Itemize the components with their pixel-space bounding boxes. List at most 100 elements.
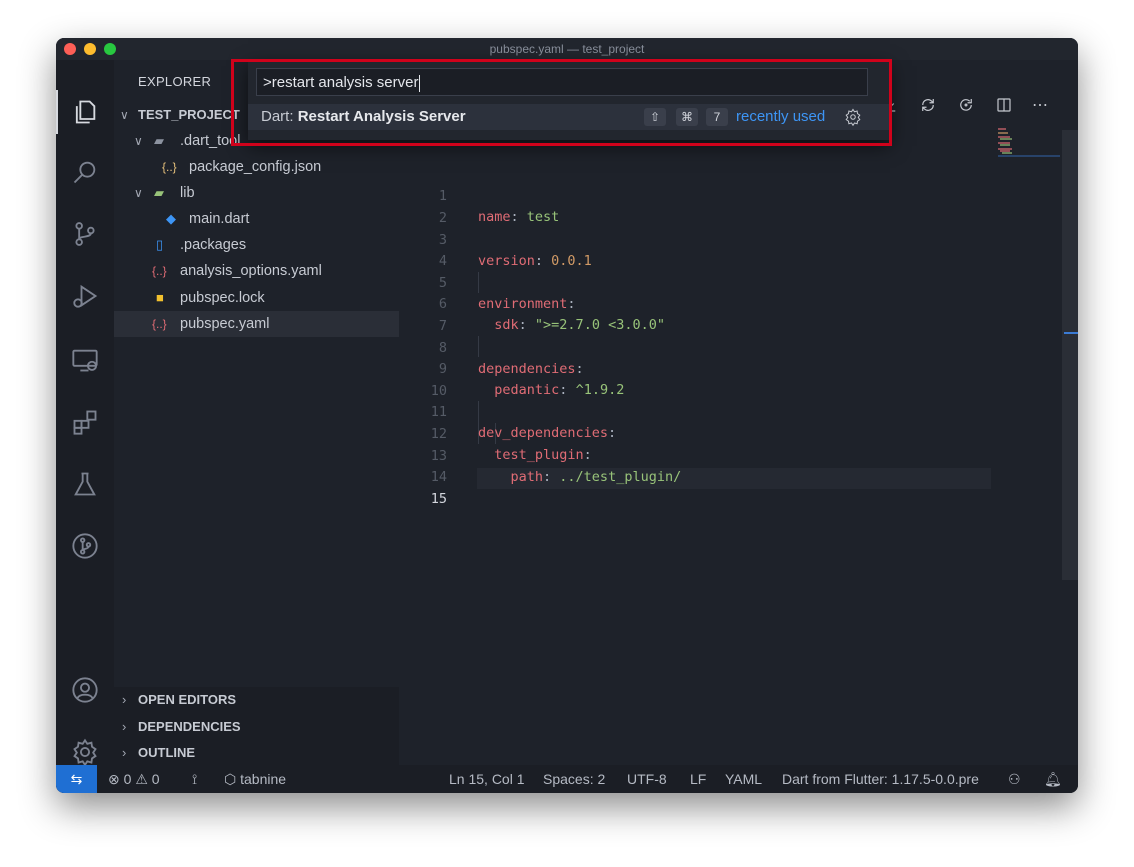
line-number: 15 (430, 491, 447, 507)
tree-item-packages[interactable]: ▯ .packages (114, 232, 399, 258)
zoom-window-button[interactable] (104, 43, 116, 55)
minimize-window-button[interactable] (84, 43, 96, 55)
indent-guide (478, 336, 479, 357)
error-icon: ⊗ (108, 771, 120, 787)
tabnine-status[interactable]: ⬡ tabnine (224, 765, 286, 793)
tree-item-label: pubspec.lock (180, 290, 265, 306)
line-ending[interactable]: LF (690, 765, 706, 793)
scrollbar-cursor-marker (1064, 332, 1078, 334)
error-count: 0 (123, 771, 132, 787)
code-line: 11 dev_dependencies: (399, 381, 616, 441)
indentation-setting[interactable]: Spaces: 2 (543, 765, 605, 793)
tree-item-label: pubspec.yaml (180, 316, 270, 332)
more-actions-icon[interactable]: ⋯ (1029, 94, 1051, 116)
code-line: 2 (399, 187, 464, 226)
remote-explorer-icon[interactable] (69, 344, 101, 376)
explorer-sidebar: EXPLORER ∨ TEST_PROJECT ∨ ▰ .dart_tool {… (114, 60, 399, 765)
code-line: 5 environment: (399, 252, 576, 312)
source-control-icon[interactable] (69, 218, 101, 250)
yaml-key: name (478, 209, 511, 225)
close-window-button[interactable] (64, 43, 76, 55)
chevron-down-icon: ∨ (134, 186, 143, 200)
minimap[interactable] (998, 128, 1060, 158)
yaml-file-icon: {..} (152, 264, 167, 278)
code-line: 6 sdk: ">=2.7.0 <3.0.0" (399, 273, 665, 333)
tree-item-label: lib (180, 185, 195, 201)
lock-icon: ■ (156, 290, 164, 305)
split-editor-icon[interactable] (993, 94, 1015, 116)
feedback-icon[interactable]: ⚇ (1008, 765, 1021, 793)
folder-lib-icon: ▰ (154, 185, 164, 200)
code-line: 13 path: ../test_plugin/ (399, 425, 681, 485)
section-open-editors[interactable]: › OPEN EDITORS (114, 687, 399, 713)
dart-file-icon: ◆ (166, 211, 176, 226)
section-dependencies[interactable]: › DEPENDENCIES (114, 714, 399, 740)
tree-item-package-config[interactable]: {..} package_config.json (114, 154, 399, 180)
status-bar: ⇆ ⊗ 0 ⚠ 0 ⟟ ⬡ tabnine Ln 15, Col 1 Space… (56, 765, 1078, 793)
tree-item-lib[interactable]: ∨ ▰ lib (114, 180, 399, 206)
chevron-right-icon: › (122, 745, 127, 760)
yaml-key: sdk (494, 317, 519, 333)
section-outline[interactable]: › OUTLINE (114, 740, 399, 766)
tree-item-label: .packages (180, 237, 247, 253)
yaml-key: version (478, 253, 535, 269)
yaml-value: ^1.9.2 (575, 382, 625, 398)
editor-scrollbar[interactable] (1062, 130, 1078, 580)
file-icon: ▯ (156, 237, 164, 252)
code-line: 7 (399, 295, 464, 334)
tree-item-pubspec-yaml[interactable]: {..} pubspec.yaml (114, 311, 399, 337)
git-commit-icon[interactable]: ⟟ (192, 765, 197, 793)
yaml-value: ">=2.7.0 <3.0.0" (534, 317, 665, 333)
tree-item-pubspec-lock[interactable]: ■ pubspec.lock (114, 285, 399, 311)
file-encoding[interactable]: UTF-8 (627, 765, 667, 793)
tabnine-icon: ⬡ (224, 771, 237, 787)
search-icon[interactable] (69, 156, 101, 188)
code-line: 12 test_plugin: (399, 403, 592, 463)
tabnine-label: tabnine (240, 771, 287, 787)
yaml-key: dev_dependencies (478, 425, 609, 441)
code-editor[interactable]: ⋯ 1 name: test 2 3 version: 0.0.1 4 5 en… (399, 60, 1078, 765)
tree-item-analysis-options[interactable]: {..} analysis_options.yaml (114, 258, 399, 284)
manage-gear-icon[interactable] (69, 736, 101, 768)
indent-guide (478, 272, 479, 293)
cursor-position[interactable]: Ln 15, Col 1 (449, 765, 525, 793)
vscode-window: pubspec.yaml — test_project EXPLORER ∨ T… (56, 38, 1078, 793)
yaml-value: test (526, 209, 560, 225)
code-line: 9 pedantic: ^1.9.2 (399, 338, 624, 398)
remote-indicator-icon[interactable]: ⇆ (56, 765, 97, 793)
yaml-file-icon: {..} (152, 317, 167, 331)
notifications-bell-icon[interactable]: 🔔︎ (1044, 765, 1062, 793)
project-root-label: TEST_PROJECT (138, 107, 240, 122)
annotation-highlight-box (231, 59, 892, 146)
language-mode[interactable]: YAML (725, 765, 762, 793)
code-line: 4 (399, 230, 464, 269)
problems-indicator[interactable]: ⊗ 0 ⚠ 0 (108, 765, 160, 793)
git-graph-icon[interactable] (69, 530, 101, 562)
active-view-indicator (56, 90, 58, 134)
code-line: 14 (399, 446, 464, 485)
sync-icon[interactable] (917, 94, 939, 116)
activity-bar (56, 60, 114, 768)
chevron-down-icon: ∨ (134, 134, 143, 148)
testing-icon[interactable] (69, 468, 101, 500)
yaml-value: ../test_plugin/ (559, 469, 682, 485)
accounts-icon[interactable] (69, 674, 101, 706)
yaml-key: environment (478, 296, 568, 312)
explorer-header: EXPLORER (138, 74, 212, 89)
run-debug-icon[interactable] (69, 280, 101, 312)
chevron-down-icon: ∨ (120, 108, 129, 122)
yaml-key: test_plugin (494, 447, 584, 463)
yaml-key: pedantic (494, 382, 560, 398)
dart-sdk-version[interactable]: Dart from Flutter: 1.17.5-0.0.pre (782, 765, 979, 793)
explorer-icon[interactable] (69, 96, 101, 128)
code-line: 8 dependencies: (399, 317, 584, 377)
tree-item-label: main.dart (189, 211, 250, 227)
tree-item-main-dart[interactable]: ◆ main.dart (114, 206, 399, 232)
sidebar-sections: › OPEN EDITORS › DEPENDENCIES › OUTLINE (114, 687, 399, 765)
chevron-right-icon: › (122, 692, 127, 707)
warning-count: 0 (151, 771, 160, 787)
code-line: 1 name: test (399, 165, 559, 225)
title-bar: pubspec.yaml — test_project (56, 38, 1078, 60)
extensions-icon[interactable] (69, 406, 101, 438)
refresh-icon[interactable] (955, 94, 977, 116)
